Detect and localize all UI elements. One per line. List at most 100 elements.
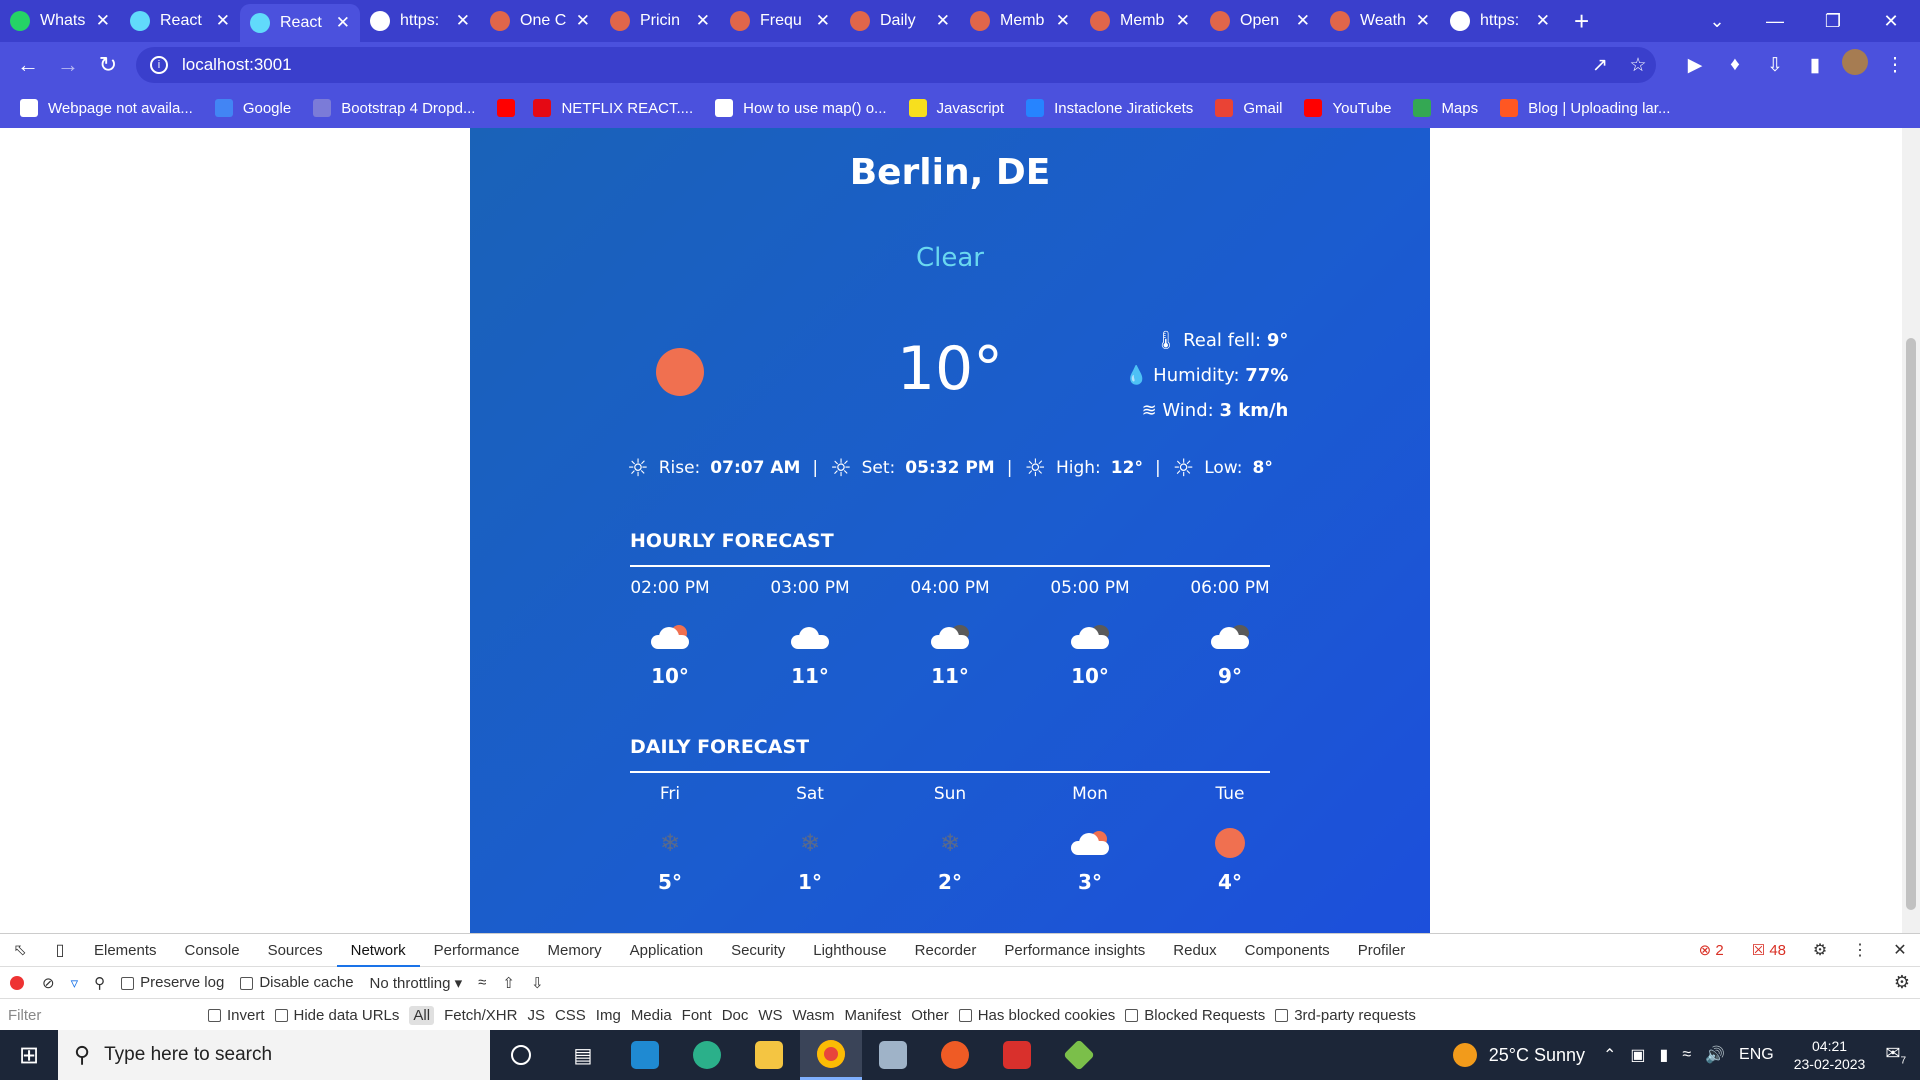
devtools-tab-security[interactable]: Security bbox=[717, 934, 799, 967]
bookmark-item[interactable]: How to use map() o... bbox=[715, 99, 887, 117]
postman-icon[interactable] bbox=[924, 1030, 986, 1080]
chrome-icon[interactable] bbox=[800, 1030, 862, 1080]
task-view-icon[interactable]: ▤ bbox=[552, 1030, 614, 1080]
bookmark-item[interactable] bbox=[497, 99, 525, 117]
network-conditions-icon[interactable]: ≈ bbox=[478, 974, 486, 991]
forward-icon[interactable]: → bbox=[48, 52, 88, 78]
new-tab-button[interactable]: + bbox=[1574, 6, 1604, 37]
devtools-tab-elements[interactable]: Elements bbox=[80, 934, 171, 967]
browser-tab[interactable]: React ✕ bbox=[120, 0, 240, 42]
bookmark-item[interactable]: Maps bbox=[1413, 99, 1478, 117]
battery-icon[interactable]: ▮ bbox=[1660, 1045, 1669, 1065]
download-icon[interactable]: ⇩ bbox=[1755, 54, 1795, 77]
language-indicator[interactable]: ENG bbox=[1739, 1046, 1774, 1064]
share-icon[interactable]: ↗ bbox=[1580, 54, 1620, 77]
tray-chevron-icon[interactable]: ⌃ bbox=[1603, 1045, 1616, 1065]
tray-app-icon[interactable]: ▣ bbox=[1630, 1045, 1645, 1065]
browser-tab[interactable]: React ✕ bbox=[240, 4, 360, 42]
device-toggle-icon[interactable]: ▯ bbox=[40, 940, 80, 960]
invert-checkbox[interactable]: Invert bbox=[208, 1007, 265, 1024]
close-window-icon[interactable]: ✕ bbox=[1862, 11, 1920, 32]
filter-type-media[interactable]: Media bbox=[631, 1007, 672, 1024]
reload-icon[interactable]: ↻ bbox=[88, 52, 128, 78]
bookmark-item[interactable]: YouTube bbox=[1304, 99, 1391, 117]
inspect-element-icon[interactable]: ⬁ bbox=[0, 940, 40, 960]
clock[interactable]: 04:21 23-02-2023 bbox=[1794, 1037, 1866, 1073]
devtools-tab-sources[interactable]: Sources bbox=[254, 934, 337, 967]
tab-close-icon[interactable]: ✕ bbox=[1536, 11, 1550, 31]
filter-type-css[interactable]: CSS bbox=[555, 1007, 586, 1024]
windows-start-icon[interactable]: ⊞ bbox=[0, 1041, 58, 1070]
bookmark-item[interactable]: Webpage not availa... bbox=[20, 99, 193, 117]
tab-close-icon[interactable]: ✕ bbox=[1296, 11, 1310, 31]
restore-icon[interactable]: ❐ bbox=[1804, 11, 1862, 32]
filter-input[interactable]: Filter bbox=[8, 1007, 208, 1024]
browser-tab[interactable]: https: ✕ bbox=[1440, 0, 1560, 42]
has-blocked-cookies-checkbox[interactable]: Has blocked cookies bbox=[958, 1007, 1115, 1024]
tab-close-icon[interactable]: ✕ bbox=[96, 11, 110, 31]
filter-type-fetchxhr[interactable]: Fetch/XHR bbox=[444, 1007, 517, 1024]
devtools-tab-console[interactable]: Console bbox=[171, 934, 254, 967]
filter-type-font[interactable]: Font bbox=[682, 1007, 712, 1024]
volume-icon[interactable]: 🔊 bbox=[1705, 1045, 1725, 1065]
tab-close-icon[interactable]: ✕ bbox=[936, 11, 950, 31]
bookmark-item[interactable]: Instaclone Jiratickets bbox=[1026, 99, 1193, 117]
error-count-badge[interactable]: ⊗ 2 bbox=[1685, 934, 1738, 967]
tab-close-icon[interactable]: ✕ bbox=[336, 13, 350, 33]
bookmark-item[interactable]: Gmail bbox=[1215, 99, 1282, 117]
browser-tab[interactable]: Memb ✕ bbox=[960, 0, 1080, 42]
vm-app-icon[interactable] bbox=[862, 1030, 924, 1080]
throttling-select[interactable]: No throttling ▾ bbox=[370, 974, 463, 992]
media-icon[interactable]: ▶ bbox=[1675, 54, 1715, 77]
tab-close-icon[interactable]: ✕ bbox=[1176, 11, 1190, 31]
network-settings-icon[interactable]: ⚙ bbox=[1894, 972, 1910, 993]
tab-close-icon[interactable]: ✕ bbox=[1416, 11, 1430, 31]
clear-icon[interactable]: ⊘ bbox=[42, 974, 55, 992]
site-info-icon[interactable]: i bbox=[150, 56, 168, 74]
filter-type-all[interactable]: All bbox=[409, 1005, 435, 1025]
profile-avatar[interactable] bbox=[1835, 49, 1875, 81]
tab-close-icon[interactable]: ✕ bbox=[816, 11, 830, 31]
git-tool-icon[interactable] bbox=[1048, 1030, 1110, 1080]
browser-tab[interactable]: Open ✕ bbox=[1200, 0, 1320, 42]
devtools-tab-performance-insights[interactable]: Performance insights bbox=[990, 934, 1159, 967]
weather-widget[interactable]: 25°C Sunny bbox=[1452, 1043, 1585, 1067]
filter-type-manifest[interactable]: Manifest bbox=[845, 1007, 902, 1024]
browser-tab[interactable]: Frequ ✕ bbox=[720, 0, 840, 42]
preserve-log-checkbox[interactable]: Preserve log bbox=[121, 974, 224, 991]
devtools-tab-performance[interactable]: Performance bbox=[420, 934, 534, 967]
taskbar-search[interactable]: ⚲ Type here to search bbox=[58, 1030, 490, 1080]
hide-data-urls-checkbox[interactable]: Hide data URLs bbox=[274, 1007, 399, 1024]
wifi-icon[interactable]: ≈ bbox=[1682, 1046, 1691, 1064]
devtools-tab-memory[interactable]: Memory bbox=[534, 934, 616, 967]
devtools-tab-network[interactable]: Network bbox=[336, 934, 420, 967]
browser-tab[interactable]: https: ✕ bbox=[360, 0, 480, 42]
tab-close-icon[interactable]: ✕ bbox=[576, 11, 590, 31]
file-explorer-icon[interactable] bbox=[738, 1030, 800, 1080]
tab-close-icon[interactable]: ✕ bbox=[696, 11, 710, 31]
edge-icon[interactable] bbox=[676, 1030, 738, 1080]
devtools-tab-recorder[interactable]: Recorder bbox=[901, 934, 991, 967]
browser-tab[interactable]: Whats ✕ bbox=[0, 0, 120, 42]
devtools-tab-components[interactable]: Components bbox=[1231, 934, 1344, 967]
browser-tab[interactable]: Weath ✕ bbox=[1320, 0, 1440, 42]
devtools-tab-redux[interactable]: Redux bbox=[1159, 934, 1230, 967]
minimize-icon[interactable]: — bbox=[1746, 11, 1804, 32]
filter-type-ws[interactable]: WS bbox=[758, 1007, 782, 1024]
filter-icon[interactable]: ▿ bbox=[71, 974, 79, 992]
scrollbar-thumb[interactable] bbox=[1906, 338, 1916, 910]
blocked-requests-checkbox[interactable]: Blocked Requests bbox=[1125, 1007, 1265, 1024]
extensions-icon[interactable]: ♦ bbox=[1715, 54, 1755, 76]
back-icon[interactable]: ← bbox=[8, 52, 48, 78]
devtools-tab-lighthouse[interactable]: Lighthouse bbox=[799, 934, 900, 967]
filter-type-doc[interactable]: Doc bbox=[722, 1007, 749, 1024]
filter-type-img[interactable]: Img bbox=[596, 1007, 621, 1024]
cortana-icon[interactable] bbox=[490, 1030, 552, 1080]
bookmark-item[interactable]: Blog | Uploading lar... bbox=[1500, 99, 1670, 117]
third-party-checkbox[interactable]: 3rd-party requests bbox=[1275, 1007, 1416, 1024]
browser-tab[interactable]: One C ✕ bbox=[480, 0, 600, 42]
browser-tab[interactable]: Daily ✕ bbox=[840, 0, 960, 42]
search-icon[interactable]: ⚲ bbox=[94, 974, 105, 992]
anydesk-icon[interactable] bbox=[986, 1030, 1048, 1080]
bookmark-item[interactable]: Bootstrap 4 Dropd... bbox=[313, 99, 475, 117]
